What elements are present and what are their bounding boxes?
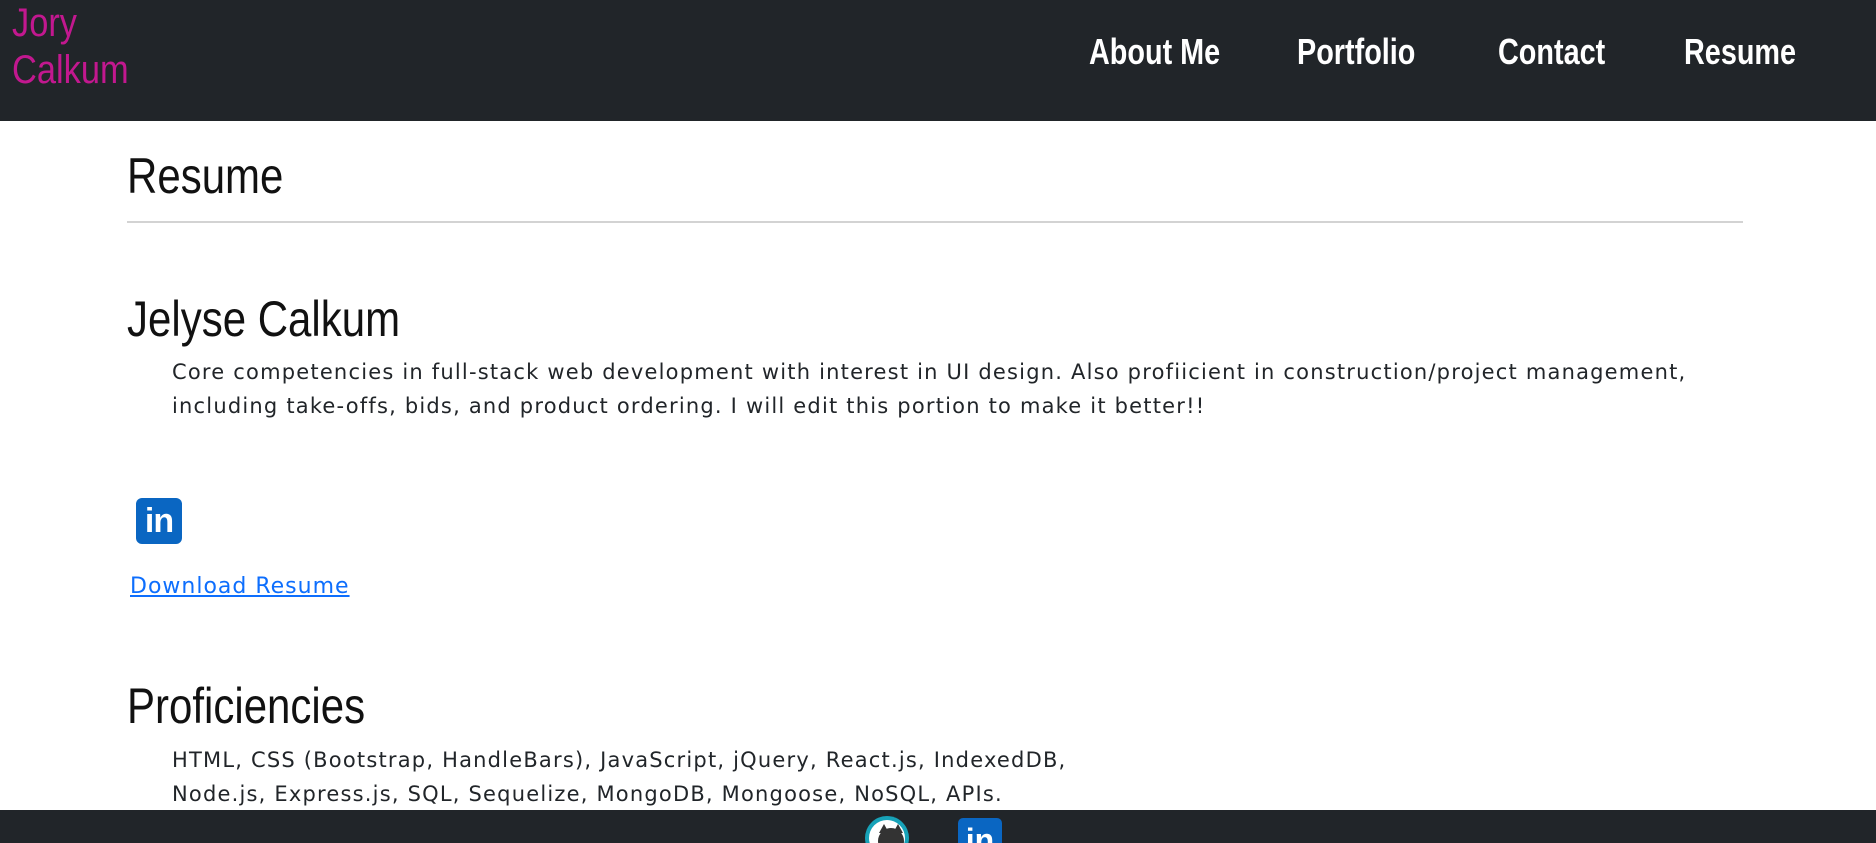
proficiencies-line-1: HTML, CSS (Bootstrap, HandleBars), JavaS… xyxy=(172,748,1067,772)
footer: in xyxy=(0,810,1876,843)
nav-link-about-me[interactable]: About Me xyxy=(1089,28,1220,76)
github-icon-bg xyxy=(869,820,905,843)
nav-link-contact[interactable]: Contact xyxy=(1498,28,1605,76)
download-resume-link[interactable]: Download Resume xyxy=(130,572,350,602)
proficiencies-heading: Proficiencies xyxy=(127,678,366,734)
github-icon[interactable] xyxy=(865,816,909,843)
proficiencies-line-2: Node.js, Express.js, SQL, Sequelize, Mon… xyxy=(172,782,1003,806)
summary-text: Core competencies in full-stack web deve… xyxy=(172,360,1687,418)
title-divider xyxy=(127,221,1743,223)
footer-linkedin-icon[interactable]: in xyxy=(958,818,1002,843)
name-heading: Jelyse Calkum xyxy=(127,291,401,347)
nav-link-resume[interactable]: Resume xyxy=(1684,28,1796,76)
page-title: Resume xyxy=(127,148,284,204)
linkedin-icon-glyph: in xyxy=(144,502,174,540)
brand-logo[interactable]: Jory Calkum xyxy=(12,0,150,94)
linkedin-icon[interactable]: in xyxy=(136,498,182,544)
proficiencies-text: HTML, CSS (Bootstrap, HandleBars), JavaS… xyxy=(172,743,1132,811)
navbar: Jory Calkum About Me Portfolio Contact R… xyxy=(0,0,1876,121)
footer-linkedin-glyph: in xyxy=(965,822,995,843)
nav-link-portfolio[interactable]: Portfolio xyxy=(1297,28,1415,76)
